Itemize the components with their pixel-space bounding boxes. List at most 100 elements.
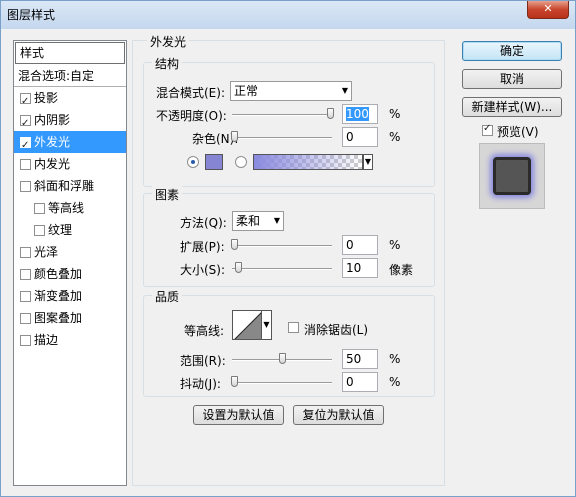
spread-slider-track[interactable] [232,245,332,247]
contour-preview[interactable] [232,310,262,340]
noise-slider-thumb[interactable] [231,131,238,142]
size-slider-thumb[interactable] [234,262,242,273]
style-item[interactable]: 描边 [14,329,126,351]
jitter-slider-thumb[interactable] [231,376,238,387]
style-item[interactable]: 投影 [14,87,126,113]
style-item-label: 外发光 [34,135,71,149]
structure-title: 结构 [152,55,183,72]
blend-mode-select[interactable]: 正常 ▼ [230,81,352,101]
style-item-checkbox[interactable] [20,135,31,157]
range-label: 范围(R): [180,354,226,368]
gradient-radio[interactable] [235,156,247,168]
spread-input[interactable]: 0 [342,235,378,255]
style-item-checkbox[interactable] [20,246,31,258]
style-item-checkbox[interactable] [20,334,31,346]
size-unit: 像素 [389,263,414,277]
jitter-label: 抖动(J): [180,377,221,391]
anti-alias-label: 消除锯齿(L) [304,323,369,337]
style-item-checkbox[interactable] [20,91,31,113]
style-item-checkbox[interactable] [20,312,31,324]
chevron-down-icon[interactable]: ▼ [363,154,373,170]
spread-label: 扩展(P): [180,240,225,254]
style-item[interactable]: 渐变叠加 [14,285,126,307]
style-item-checkbox[interactable] [34,202,45,214]
style-item-label: 斜面和浮雕 [34,179,95,193]
range-unit: % [389,352,401,366]
blend-options-item[interactable]: 混合选项:自定 [14,65,126,87]
size-label: 大小(S): [180,263,226,277]
opacity-slider-thumb[interactable] [327,108,334,119]
reset-default-button[interactable]: 复位为默认值 [293,405,384,425]
opacity-input[interactable]: 100 [342,104,378,124]
outer-glow-title: 外发光 [147,33,190,50]
technique-select[interactable]: 柔和 ▼ [232,211,284,231]
opacity-label: 不透明度(O): [156,109,227,123]
layer-style-dialog: 图层样式 ✕ 样式 混合选项:自定 投影内阴影外发光内发光斜面和浮雕等高线纹理光… [0,0,576,497]
style-item[interactable]: 图案叠加 [14,307,126,329]
glow-color-swatch[interactable] [205,154,223,170]
style-item-label: 描边 [34,333,59,347]
gradient-swatch[interactable] [253,154,363,170]
technique-value: 柔和 [236,214,261,228]
quality-group: 品质 等高线: ▼ 消除锯齿(L) 范围(R): 50 % 抖动(J): 0 % [143,288,435,397]
size-input[interactable]: 10 [342,258,378,278]
chevron-down-icon: ▼ [273,216,280,225]
style-list-header[interactable]: 样式 [15,42,125,64]
noise-input[interactable]: 0 [342,127,378,147]
style-item[interactable]: 斜面和浮雕 [14,175,126,197]
range-slider-thumb[interactable] [279,353,286,364]
style-item-checkbox[interactable] [20,180,31,192]
ok-button[interactable]: 确定 [462,41,562,61]
jitter-slider-track[interactable] [232,382,332,384]
jitter-unit: % [389,375,401,389]
structure-group: 结构 混合模式(E): 正常 ▼ 不透明度(O): 100 % 杂色(N): 0… [143,55,435,187]
opacity-unit: % [389,107,401,121]
technique-label: 方法(Q): [180,216,227,230]
style-item-label: 颜色叠加 [34,267,83,281]
noise-slider-track[interactable] [232,137,332,139]
elements-title: 图素 [152,186,183,203]
opacity-slider-track[interactable] [232,114,332,116]
style-item-label: 渐变叠加 [34,289,83,303]
window-title: 图层样式 [7,8,56,22]
style-item-label: 图案叠加 [34,311,83,325]
style-item[interactable]: 等高线 [14,197,126,219]
style-item-label: 内发光 [34,157,71,171]
range-input[interactable]: 50 [342,349,378,369]
cancel-button[interactable]: 取消 [462,69,562,89]
new-style-button[interactable]: 新建样式(W)... [462,97,562,117]
jitter-input[interactable]: 0 [342,372,378,392]
preview-checkbox[interactable] [482,123,493,136]
outer-glow-panel: 外发光 结构 混合模式(E): 正常 ▼ 不透明度(O): 100 % 杂色(N… [132,33,445,486]
style-item-checkbox[interactable] [20,113,31,135]
preview-label: 预览(V) [497,125,539,139]
style-item-checkbox[interactable] [20,268,31,280]
solid-color-radio[interactable] [187,156,199,168]
style-item-label: 内阴影 [34,113,71,127]
title-bar: 图层样式 ✕ [1,1,575,29]
style-item[interactable]: 内发光 [14,153,126,175]
style-item-checkbox[interactable] [34,224,45,236]
style-item[interactable]: 纹理 [14,219,126,241]
contour-curve-icon [234,312,261,339]
blend-mode-value: 正常 [234,84,259,98]
quality-title: 品质 [152,288,183,305]
style-item[interactable]: 颜色叠加 [14,263,126,285]
style-item[interactable]: 外发光 [14,131,126,157]
close-button[interactable]: ✕ [527,1,569,19]
style-item-label: 光泽 [34,245,59,259]
style-item[interactable]: 光泽 [14,241,126,263]
anti-alias-checkbox[interactable] [288,322,299,333]
chevron-down-icon: ▼ [341,86,348,95]
style-item-checkbox[interactable] [20,290,31,302]
spread-slider-thumb[interactable] [231,239,238,250]
style-item-checkbox[interactable] [20,158,31,170]
style-item-label: 纹理 [48,223,73,237]
style-item[interactable]: 内阴影 [14,109,126,135]
style-preview [479,143,545,209]
size-slider-track[interactable] [232,268,332,270]
make-default-button[interactable]: 设置为默认值 [193,405,284,425]
contour-label: 等高线: [184,324,225,338]
elements-group: 图素 方法(Q): 柔和 ▼ 扩展(P): 0 % 大小(S): 10 像素 [143,186,435,287]
chevron-down-icon[interactable]: ▼ [262,310,272,340]
